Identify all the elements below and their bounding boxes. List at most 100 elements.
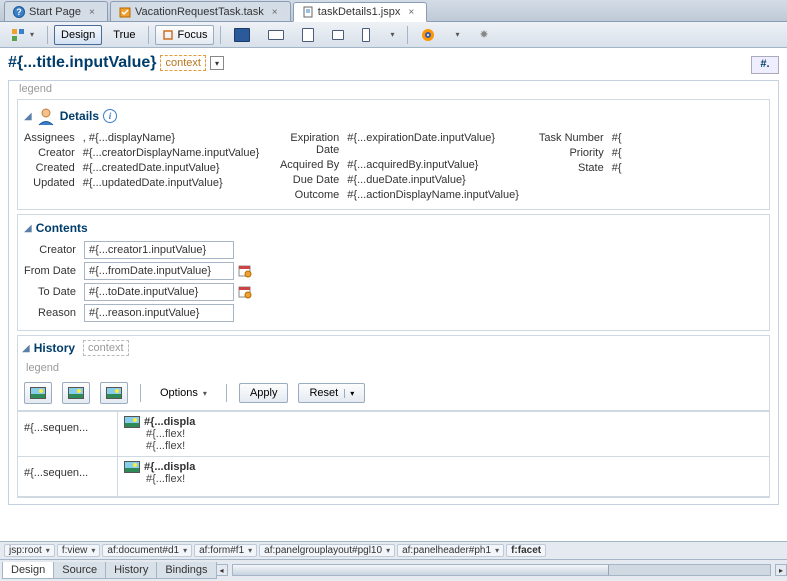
- crumb-af-document[interactable]: af:document#d1▾: [102, 544, 192, 557]
- editor-tabs: ? Start Page × VacationRequestTask.task …: [0, 0, 787, 22]
- field-value[interactable]: #{: [612, 162, 622, 174]
- disclosure-icon[interactable]: ◢: [22, 343, 30, 354]
- close-icon[interactable]: ×: [272, 7, 282, 17]
- history-cell[interactable]: #{...sequen...: [18, 412, 118, 456]
- field-value[interactable]: #{...creatorDisplayName.inputValue}: [83, 147, 260, 159]
- info-icon[interactable]: i: [103, 109, 117, 123]
- options-button[interactable]: Options▾: [153, 383, 214, 403]
- image-button-3[interactable]: [100, 382, 128, 404]
- contents-section: ◢ Contents Creator #{...creator1.inputVa…: [17, 214, 770, 331]
- tab-task-details[interactable]: taskDetails1.jspx ×: [293, 2, 428, 22]
- crumb-af-form[interactable]: af:form#f1▾: [194, 544, 257, 557]
- bottom-tab-bindings[interactable]: Bindings: [156, 562, 216, 579]
- device-tablet-landscape-button[interactable]: [261, 25, 291, 45]
- field-label: Updated: [24, 177, 75, 189]
- to-date-input[interactable]: #{...toDate.inputValue}: [84, 283, 234, 301]
- settings-button[interactable]: [470, 25, 498, 45]
- true-mode-button[interactable]: True: [106, 25, 142, 45]
- bottom-tab-history[interactable]: History: [105, 562, 157, 579]
- field-label: Reason: [24, 307, 78, 319]
- structure-breadcrumb: jsp:root▾ f:view▾ af:document#d1▾ af:for…: [0, 542, 787, 560]
- history-label[interactable]: #{...displa: [144, 461, 195, 473]
- creator-input[interactable]: #{...creator1.inputValue}: [84, 241, 234, 259]
- field-value[interactable]: #{...expirationDate.inputValue}: [347, 132, 519, 156]
- field-label: Priority: [539, 147, 604, 159]
- bottom-tab-source[interactable]: Source: [53, 562, 106, 579]
- svg-text:?: ?: [16, 7, 22, 17]
- component-palette-button[interactable]: ▾: [4, 25, 41, 45]
- disclosure-icon[interactable]: ◢: [24, 111, 32, 122]
- field-label: Acquired By: [279, 159, 339, 171]
- dropdown-button[interactable]: ▾: [210, 56, 224, 70]
- scroll-left-icon[interactable]: ◂: [216, 564, 228, 576]
- crumb-jsp-root[interactable]: jsp:root▾: [4, 544, 55, 557]
- history-cell[interactable]: #{...sequen...: [18, 457, 118, 496]
- field-value[interactable]: #{...acquiredBy.inputValue}: [347, 159, 519, 171]
- design-mode-button[interactable]: Design: [54, 25, 102, 45]
- focus-button[interactable]: Focus: [155, 25, 214, 45]
- tab-label: VacationRequestTask.task: [135, 6, 264, 18]
- device-desktop-button[interactable]: [227, 25, 257, 45]
- device-more-button[interactable]: ▾: [381, 25, 401, 45]
- field-value[interactable]: #{...updatedDate.inputValue}: [83, 177, 260, 189]
- calendar-icon[interactable]: [238, 285, 252, 299]
- history-value[interactable]: #{...flex!: [124, 440, 195, 452]
- reason-input[interactable]: #{...reason.inputValue}: [84, 304, 234, 322]
- help-icon: ?: [13, 6, 25, 18]
- history-value[interactable]: #{...flex!: [124, 473, 195, 485]
- page-title-expression[interactable]: #{...title.inputValue}: [8, 54, 156, 72]
- field-label: State: [539, 162, 604, 174]
- picture-icon: [106, 387, 122, 399]
- field-label: Creator: [24, 147, 75, 159]
- tab-start-page[interactable]: ? Start Page ×: [4, 1, 108, 21]
- bottom-tab-design[interactable]: Design: [2, 562, 54, 579]
- field-value[interactable]: #{...actionDisplayName.inputValue}: [347, 189, 519, 201]
- context-badge[interactable]: context: [160, 55, 205, 71]
- crumb-af-panelheader[interactable]: af:panelheader#ph1▾: [397, 544, 504, 557]
- browser-preview-button[interactable]: [414, 25, 442, 45]
- details-column-3: Task Number#{ Priority#{ State#{: [539, 132, 622, 201]
- disclosure-icon[interactable]: ◢: [24, 223, 32, 234]
- crumb-f-view[interactable]: f:view▾: [57, 544, 101, 557]
- reset-button[interactable]: Reset▾: [298, 383, 365, 403]
- close-icon[interactable]: ×: [89, 7, 99, 17]
- phone-icon: [362, 28, 370, 42]
- calendar-icon[interactable]: [238, 264, 252, 278]
- crumb-af-panelgrouplayout[interactable]: af:panelgrouplayout#pgl10▾: [259, 544, 395, 557]
- history-label[interactable]: #{...displa: [144, 416, 195, 428]
- from-date-input[interactable]: #{...fromDate.inputValue}: [84, 262, 234, 280]
- crumb-f-facet[interactable]: f:facet: [506, 544, 546, 557]
- history-toolbar: Options▾ Apply Reset▾: [18, 376, 769, 411]
- field-value[interactable]: #{: [612, 132, 622, 144]
- design-canvas[interactable]: #{...title.inputValue} context ▾ #. lege…: [0, 48, 787, 542]
- field-value[interactable]: #{: [612, 147, 622, 159]
- chevron-down-icon: ▾: [455, 30, 459, 39]
- field-label: Created: [24, 162, 75, 174]
- field-value[interactable]: #{...createdDate.inputValue}: [83, 162, 260, 174]
- horizontal-scrollbar[interactable]: [232, 564, 771, 576]
- chevron-down-icon: ▾: [344, 389, 354, 398]
- legend-label: legend: [18, 360, 769, 376]
- context-badge[interactable]: context: [83, 340, 128, 356]
- field-label: Creator: [24, 244, 78, 256]
- designer-toolbar: ▾ Design True Focus ▾ ▾: [0, 22, 787, 48]
- field-value[interactable]: #{...dueDate.inputValue}: [347, 174, 519, 186]
- device-phone-button[interactable]: [355, 25, 377, 45]
- history-value[interactable]: #{...flex!: [124, 428, 195, 440]
- field-label: Expiration Date: [279, 132, 339, 156]
- history-row: #{...sequen... #{...displa #{...flex!: [18, 457, 769, 497]
- phone-landscape-icon: [332, 30, 344, 40]
- desktop-icon: [234, 28, 250, 42]
- image-button-2[interactable]: [62, 382, 90, 404]
- hash-indicator[interactable]: #.: [751, 56, 779, 74]
- tab-vacation-task[interactable]: VacationRequestTask.task ×: [110, 1, 291, 21]
- chevron-down-icon: ▾: [203, 389, 207, 398]
- field-value[interactable]: , #{...displayName}: [83, 132, 260, 144]
- device-phone-landscape-button[interactable]: [325, 25, 351, 45]
- scroll-right-icon[interactable]: ▸: [775, 564, 787, 576]
- image-button-1[interactable]: [24, 382, 52, 404]
- toolbar-more-button[interactable]: ▾: [446, 25, 466, 45]
- close-icon[interactable]: ×: [408, 7, 418, 17]
- device-tablet-button[interactable]: [295, 25, 321, 45]
- apply-button[interactable]: Apply: [239, 383, 289, 403]
